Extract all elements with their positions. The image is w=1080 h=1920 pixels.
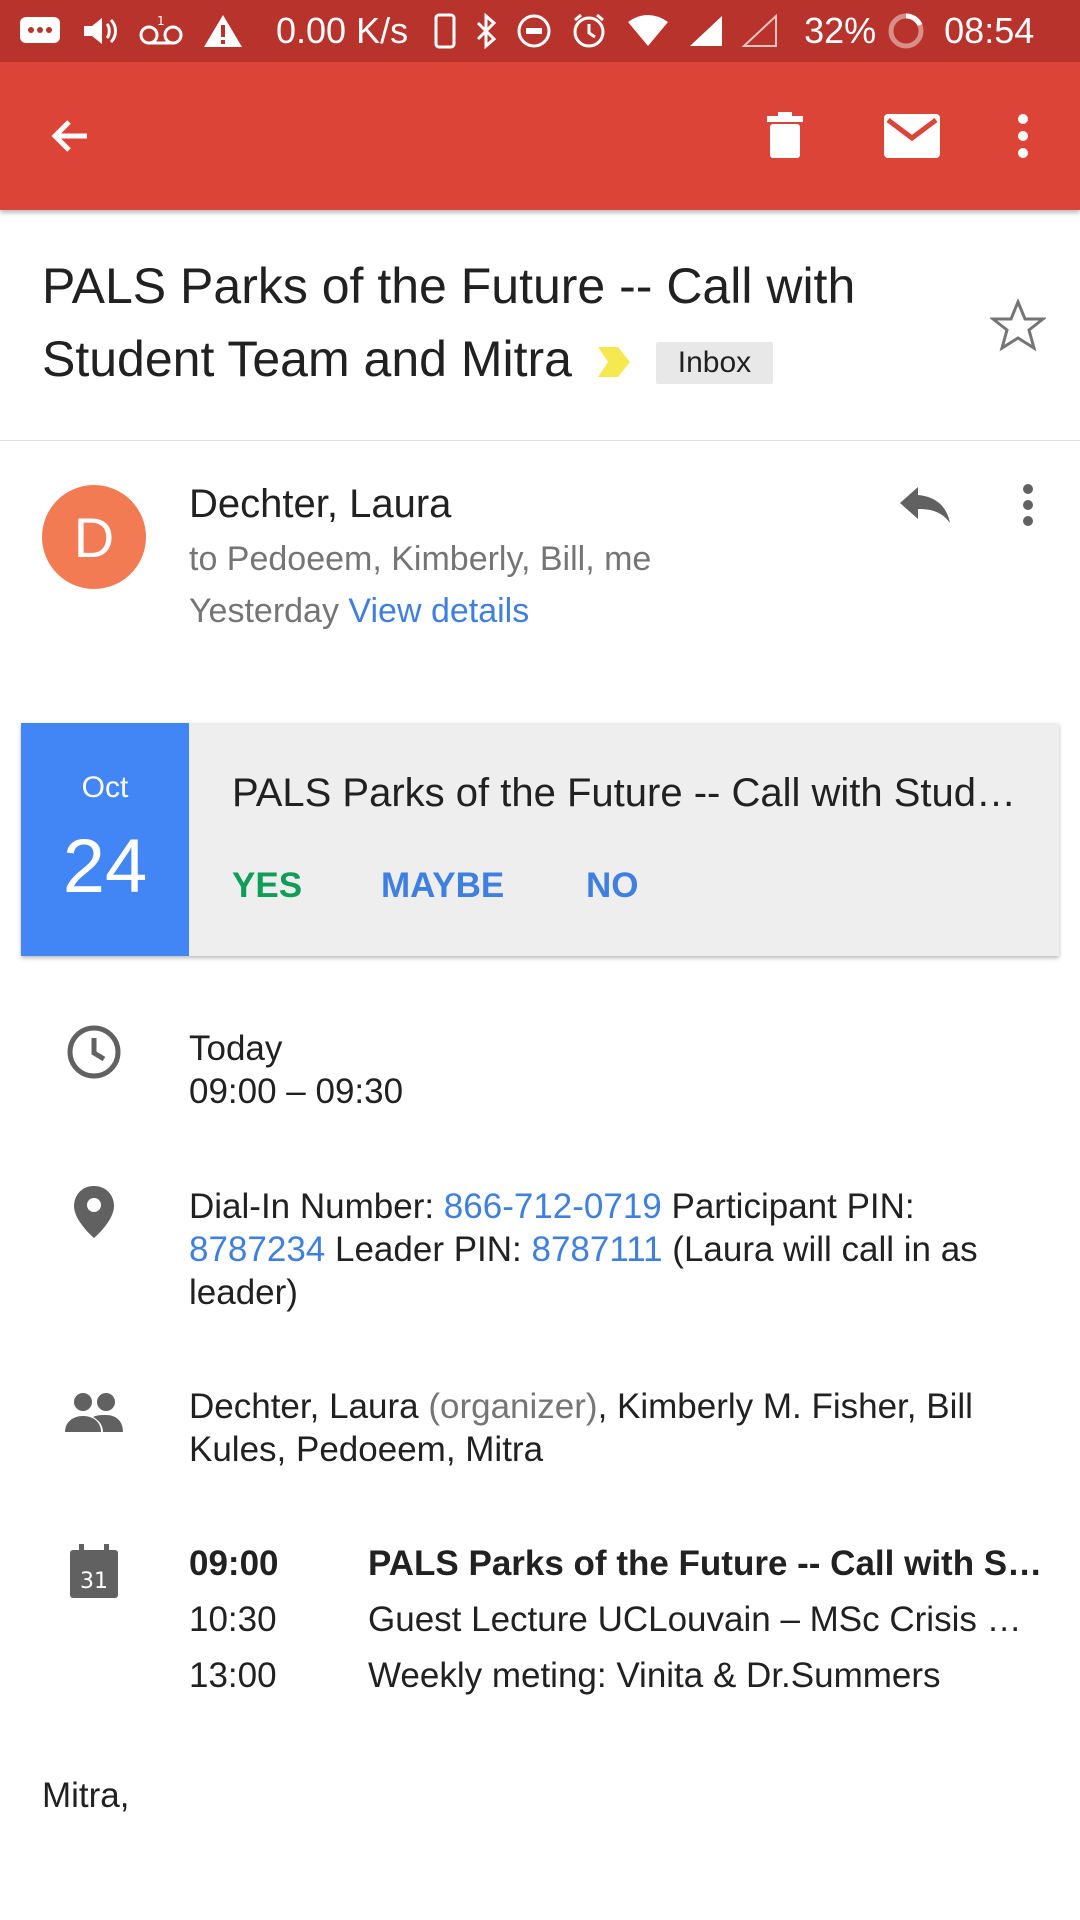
rsvp-yes-button[interactable]: YES bbox=[232, 866, 302, 906]
volume-icon bbox=[80, 0, 120, 62]
invite-title[interactable]: PALS Parks of the Future -- Call with St… bbox=[232, 771, 1032, 816]
more-vert-icon bbox=[1018, 114, 1028, 158]
calendar-icon: 31 bbox=[62, 1540, 126, 1604]
event-time-range: 09:00 – 09:30 bbox=[189, 1072, 404, 1111]
battery-icon bbox=[886, 0, 926, 62]
email-subject: PALS Parks of the Future -- Call with St… bbox=[42, 250, 942, 399]
leader-pin-link[interactable]: 8787111 bbox=[532, 1230, 663, 1269]
organizer-name: Dechter, Laura bbox=[189, 1387, 419, 1426]
do-not-disturb-icon bbox=[516, 0, 552, 62]
signal-empty-icon bbox=[742, 0, 778, 62]
star-button[interactable] bbox=[988, 296, 1048, 356]
battery-percent: 32% bbox=[804, 10, 877, 51]
mail-icon bbox=[884, 114, 940, 158]
event-guests: Dechter, Laura (organizer), Kimberly M. … bbox=[189, 1385, 1039, 1471]
trash-icon bbox=[767, 112, 803, 158]
agenda-title: PALS Parks of the Future -- Call with St… bbox=[368, 1544, 1048, 1583]
event-day: 24 bbox=[62, 824, 148, 909]
app-bar bbox=[0, 62, 1080, 210]
people-icon bbox=[62, 1380, 126, 1444]
warning-icon bbox=[202, 0, 244, 62]
participant-pin-label: Participant PIN: bbox=[661, 1187, 915, 1226]
dial-in-label: Dial-In Number: bbox=[189, 1187, 444, 1226]
avatar[interactable]: D bbox=[42, 485, 146, 589]
event-location: Dial-In Number: 866-712-0719 Participant… bbox=[189, 1185, 1039, 1314]
svg-text:1: 1 bbox=[157, 14, 165, 28]
back-button[interactable] bbox=[16, 62, 126, 210]
agenda-item[interactable]: 13:00 Weekly meting: Vinita & Dr.Summers bbox=[189, 1656, 1049, 1700]
wifi-icon bbox=[626, 0, 670, 62]
agenda-title: Guest Lecture UCLouvain – MSc Crisis Man… bbox=[368, 1600, 1048, 1639]
clock-icon bbox=[62, 1020, 126, 1084]
dial-in-number-link[interactable]: 866-712-0719 bbox=[444, 1187, 662, 1226]
signal-icon bbox=[688, 0, 724, 62]
status-bar: 1 0.00 K/s 32% 08:54 bbox=[0, 0, 1080, 62]
email-body: Mitra, bbox=[42, 1776, 130, 1815]
phone-icon bbox=[434, 0, 456, 62]
invite-card: Oct 24 PALS Parks of the Future -- Call … bbox=[21, 723, 1059, 956]
recipients: to Pedoeem, Kimberly, Bill, me bbox=[189, 540, 652, 578]
rsvp-no-button[interactable]: NO bbox=[586, 866, 639, 906]
agenda-item[interactable]: 10:30 Guest Lecture UCLouvain – MSc Cris… bbox=[189, 1600, 1049, 1644]
message-more-button[interactable] bbox=[1000, 470, 1056, 540]
leader-pin-label: Leader PIN: bbox=[325, 1230, 532, 1269]
sent-date: Yesterday bbox=[189, 592, 339, 630]
delete-button[interactable] bbox=[730, 62, 840, 210]
network-speed: 0.00 K/s bbox=[276, 10, 409, 51]
mark-unread-button[interactable] bbox=[857, 62, 967, 210]
bluetooth-icon bbox=[474, 0, 498, 62]
organizer-tag: (organizer) bbox=[428, 1387, 598, 1426]
view-details-link[interactable]: View details bbox=[348, 592, 529, 630]
arrow-back-icon bbox=[51, 120, 87, 152]
participant-pin-link[interactable]: 8787234 bbox=[189, 1230, 325, 1269]
more-vert-icon bbox=[1023, 484, 1033, 526]
alarm-icon bbox=[570, 0, 608, 62]
event-time: Today 09:00 – 09:30 bbox=[189, 1027, 1039, 1113]
more-options-button[interactable] bbox=[968, 62, 1078, 210]
sender-name: Dechter, Laura bbox=[189, 482, 452, 526]
agenda-title: Weekly meting: Vinita & Dr.Summers bbox=[368, 1656, 941, 1695]
importance-marker-icon bbox=[596, 326, 632, 399]
inbox-label[interactable]: Inbox bbox=[655, 341, 774, 384]
rsvp-maybe-button[interactable]: MAYBE bbox=[381, 866, 504, 906]
agenda-time: 13:00 bbox=[189, 1656, 277, 1695]
event-month: Oct bbox=[81, 771, 129, 804]
voicemail-icon: 1 bbox=[138, 0, 184, 62]
agenda-item-current[interactable]: 09:00 PALS Parks of the Future -- Call w… bbox=[189, 1544, 1049, 1588]
location-pin-icon bbox=[62, 1180, 126, 1244]
divider bbox=[0, 440, 1080, 441]
agenda-time: 09:00 bbox=[189, 1544, 279, 1583]
event-day-text: Today bbox=[189, 1029, 283, 1068]
star-icon bbox=[990, 299, 1046, 352]
reply-button[interactable] bbox=[890, 470, 960, 540]
agenda-time: 10:30 bbox=[189, 1600, 277, 1639]
clock: 08:54 bbox=[944, 10, 1035, 51]
message-icon bbox=[18, 0, 62, 62]
event-date-block: Oct 24 bbox=[21, 723, 189, 956]
sender-date-line: Yesterday View details bbox=[189, 592, 529, 631]
reply-icon bbox=[900, 487, 950, 523]
calendar-icon-day: 31 bbox=[80, 1569, 108, 1594]
